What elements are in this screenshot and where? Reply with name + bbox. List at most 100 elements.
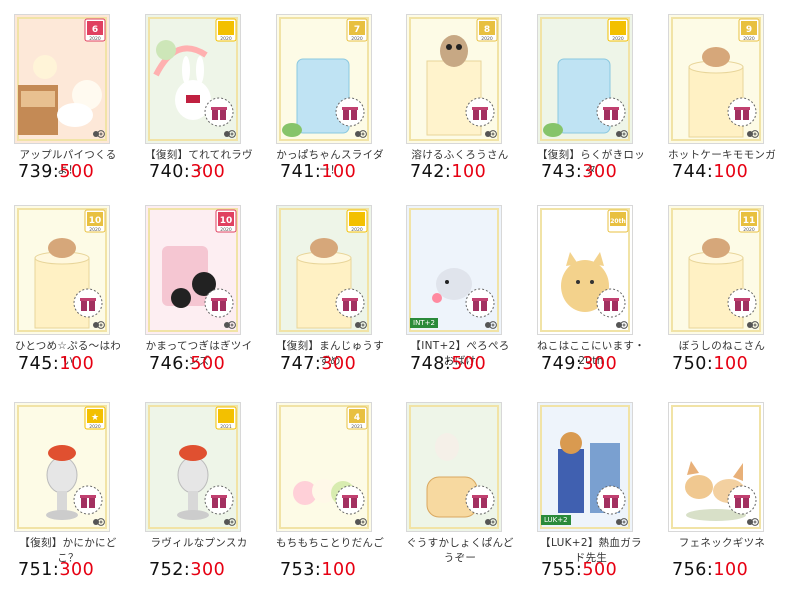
item-number-price: 753:100 (280, 560, 356, 580)
item-card[interactable]: 2020 【復刻】らくがきロッタ (537, 14, 659, 178)
item-thumbnail[interactable]: 2021 (145, 402, 241, 532)
item-thumbnail[interactable]: 2020 (537, 14, 633, 144)
item-number-price: 743:300 (541, 162, 617, 182)
rank-badge-icon: 20th (607, 209, 629, 233)
gift-icon[interactable] (73, 288, 103, 318)
item-thumbnail[interactable]: 20th (537, 205, 633, 335)
item-thumbnail[interactable]: 8 2020 (406, 14, 502, 144)
item-card[interactable]: フェネックギツネ (668, 402, 790, 551)
zoom-icon[interactable] (92, 516, 106, 528)
item-thumbnail[interactable]: 6 2020 (14, 14, 110, 144)
item-card[interactable]: 7 2020 かっぱちゃんスライダー！ (276, 14, 398, 178)
item-thumbnail[interactable]: ★ 2020 (14, 402, 110, 532)
zoom-icon[interactable] (354, 128, 368, 140)
rank-badge-icon: 42021 (346, 406, 368, 430)
zoom-icon[interactable] (484, 128, 498, 140)
gift-icon[interactable] (727, 97, 757, 127)
gift-icon[interactable] (465, 97, 495, 127)
gift-icon[interactable] (465, 485, 495, 515)
gift-icon[interactable] (335, 97, 365, 127)
item-thumbnail[interactable]: 7 2020 (276, 14, 372, 144)
zoom-icon[interactable] (484, 319, 498, 331)
item-card[interactable]: 20th ねこはここにいます・20th (537, 205, 659, 369)
zoom-icon[interactable] (223, 128, 237, 140)
zoom-icon[interactable] (223, 516, 237, 528)
item-number-price: 741:100 (280, 162, 356, 182)
item-price: 500 (451, 354, 487, 374)
item-card[interactable]: 11 2020 ぼうしのねこさん (668, 205, 790, 354)
item-thumbnail[interactable]: 2020 (276, 205, 372, 335)
item-title: もちもちことりだんご (276, 537, 384, 549)
gift-icon[interactable] (335, 485, 365, 515)
zoom-icon[interactable] (615, 128, 629, 140)
item-thumbnail[interactable]: 10 2020 (145, 205, 241, 335)
gift-icon[interactable] (596, 288, 626, 318)
item-thumbnail[interactable]: 9 2020 (668, 14, 764, 144)
gift-icon[interactable] (204, 288, 234, 318)
zoom-icon[interactable] (92, 128, 106, 140)
zoom-icon[interactable] (746, 128, 760, 140)
item-thumbnail[interactable]: 11 2020 (668, 205, 764, 335)
item-id: 749 (541, 354, 576, 374)
item-card[interactable]: 10 2020 ひとつめ☆ぷる～はわい (14, 205, 136, 369)
rank-badge-icon: 102020 (215, 209, 237, 233)
gift-icon[interactable] (204, 97, 234, 127)
item-price: 300 (321, 354, 357, 374)
badge-number: 10 (89, 216, 102, 226)
gift-icon[interactable] (73, 485, 103, 515)
item-card[interactable]: ぐうすかしょくぱんどうぞー (406, 402, 528, 566)
zoom-icon[interactable] (354, 319, 368, 331)
item-id: 751 (18, 560, 53, 580)
item-number-price: 747:300 (280, 354, 356, 374)
item-card[interactable]: 2020 【復刻】てれてれラヴィ (145, 14, 267, 178)
gift-icon[interactable] (727, 485, 757, 515)
item-id: 755 (541, 560, 576, 580)
item-title: ぼうしのねこさん (678, 340, 766, 352)
item-thumbnail[interactable]: LUK+2 (537, 402, 633, 532)
item-price: 300 (582, 354, 618, 374)
gift-icon[interactable] (335, 288, 365, 318)
zoom-icon[interactable] (746, 516, 760, 528)
item-card[interactable]: ★ 2020 【復刻】かにかにどこ？ (14, 402, 136, 566)
item-card[interactable]: 2020 【復刻】まんじゅうすずめ (276, 205, 398, 369)
zoom-icon[interactable] (92, 319, 106, 331)
gift-icon[interactable] (596, 97, 626, 127)
item-number-price: 742:100 (410, 162, 486, 182)
zoom-icon[interactable] (615, 319, 629, 331)
item-title: ホットケーキモモンガ (668, 149, 776, 161)
item-price: 100 (713, 162, 749, 182)
rank-badge-icon: ★2020 (84, 406, 106, 430)
item-thumbnail[interactable]: 10 2020 (14, 205, 110, 335)
item-number-price: 739:500 (18, 162, 94, 182)
item-card[interactable]: 6 2020 アップルパイつくるよ！ (14, 14, 136, 178)
item-id: 739 (18, 162, 53, 182)
zoom-icon[interactable] (484, 516, 498, 528)
item-number-price: 750:100 (672, 354, 748, 374)
zoom-icon[interactable] (223, 319, 237, 331)
item-card[interactable]: 9 2020 ホットケーキモモンガ (668, 14, 790, 163)
item-card[interactable]: 2021 ラヴィルなプンスカ (145, 402, 267, 551)
zoom-icon[interactable] (354, 516, 368, 528)
gift-icon[interactable] (204, 485, 234, 515)
item-thumbnail[interactable]: 4 2021 (276, 402, 372, 532)
item-number-price: 745:100 (18, 354, 94, 374)
gift-icon[interactable] (727, 288, 757, 318)
item-thumbnail[interactable]: INT+2 (406, 205, 502, 335)
zoom-icon[interactable] (746, 319, 760, 331)
gift-icon[interactable] (596, 485, 626, 515)
item-thumbnail[interactable] (406, 402, 502, 532)
item-card[interactable]: 4 2021 もちもちことりだんご (276, 402, 398, 551)
item-price: 300 (582, 162, 618, 182)
item-title: 溶けるふくろうさん (411, 149, 509, 161)
item-card[interactable]: 10 2020 かまってつぎはぎツインズ (145, 205, 267, 369)
zoom-icon[interactable] (615, 516, 629, 528)
item-thumbnail[interactable] (668, 402, 764, 532)
item-thumbnail[interactable]: 2020 (145, 14, 241, 144)
gift-icon[interactable] (465, 288, 495, 318)
badge-year: 2021 (351, 424, 363, 430)
badge-year: 2020 (220, 227, 232, 233)
item-title: フェネックギツネ (678, 537, 766, 549)
item-card[interactable]: 8 2020 溶けるふくろうさん (406, 14, 528, 163)
item-card[interactable]: LUK+2 【LUK+2】熱血ガラド先生 (537, 402, 659, 566)
item-card[interactable]: INT+2 【INT+2】ぺろぺろおばけ (406, 205, 528, 369)
